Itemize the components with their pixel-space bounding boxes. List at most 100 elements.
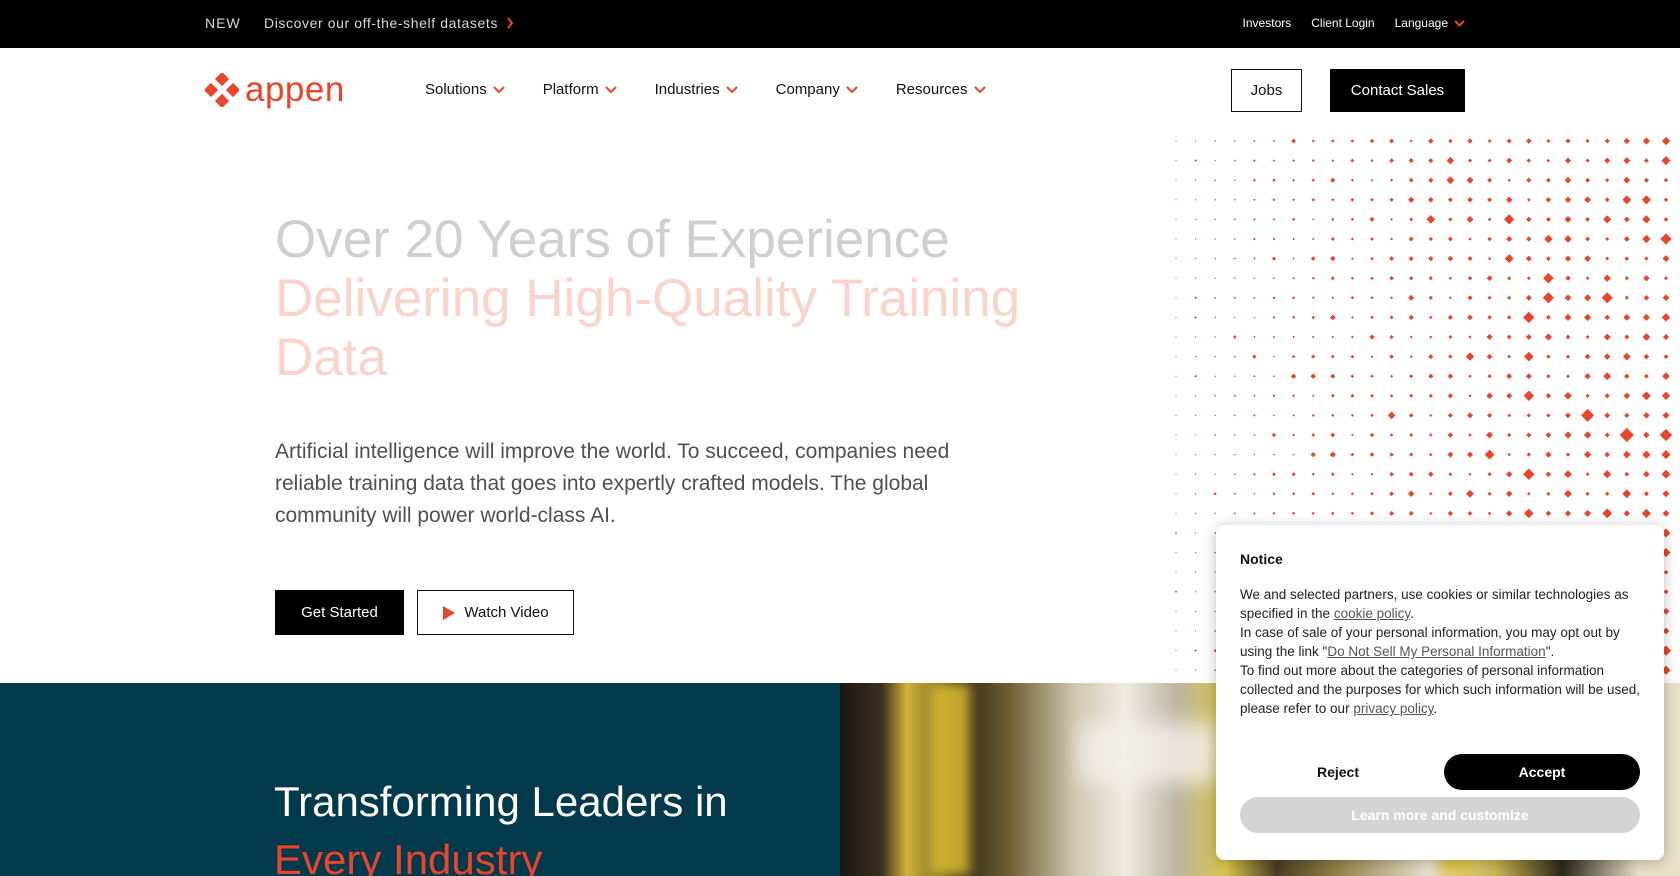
decorative-dot [1233, 473, 1236, 476]
decorative-dot [1233, 453, 1236, 456]
decorative-dot [1175, 669, 1177, 671]
get-started-button[interactable]: Get Started [275, 590, 404, 635]
investors-link[interactable]: Investors [1243, 16, 1292, 30]
client-login-link[interactable]: Client Login [1311, 16, 1374, 30]
decorative-dot [1487, 315, 1492, 320]
decorative-dot [1507, 178, 1511, 182]
decorative-dot [1661, 313, 1671, 322]
decorative-dot [1175, 434, 1177, 436]
privacy-policy-link[interactable]: privacy policy [1353, 701, 1433, 716]
decorative-dot [1585, 472, 1590, 477]
decorative-dot [1487, 158, 1492, 163]
nav-item-company[interactable]: Company [776, 81, 858, 98]
learn-more-customize-button[interactable]: Learn more and customize [1240, 797, 1640, 833]
announcement-link[interactable]: Discover our off-the-shelf datasets [264, 15, 514, 31]
decorative-dot [1253, 159, 1256, 162]
nav-item-label: Company [775, 81, 840, 98]
contact-sales-button[interactable]: Contact Sales [1330, 69, 1465, 112]
decorative-dot [1447, 393, 1453, 399]
decorative-dot [1311, 433, 1316, 437]
decorative-dot [1331, 335, 1335, 339]
decorative-dot [1428, 276, 1433, 281]
cookie-policy-link[interactable]: cookie policy [1334, 606, 1410, 621]
decorative-dot [1175, 453, 1177, 456]
nav-item-platform[interactable]: Platform [543, 81, 617, 98]
language-selector[interactable]: Language [1395, 16, 1465, 30]
appen-logo[interactable]: appen [205, 72, 345, 107]
decorative-dot [1273, 414, 1275, 417]
decorative-dot [1292, 433, 1296, 437]
decorative-dot [1175, 159, 1177, 162]
decorative-dot [1252, 354, 1257, 359]
decorative-dot [1584, 196, 1591, 204]
decorative-dot [1467, 511, 1473, 516]
jobs-button[interactable]: Jobs [1231, 69, 1302, 112]
decorative-dot [1428, 138, 1434, 144]
decorative-dot [1487, 472, 1492, 477]
decorative-dot [1311, 139, 1315, 143]
decorative-dot [1447, 197, 1453, 203]
decorative-dot [1467, 314, 1473, 321]
decorative-dot [1545, 197, 1552, 203]
decorative-dot [1253, 492, 1256, 495]
decorative-dot [1330, 432, 1336, 438]
decorative-dot [1409, 276, 1414, 281]
decorative-dot [1351, 472, 1354, 476]
decorative-dot [1233, 375, 1236, 378]
decorative-dot [1194, 630, 1197, 632]
accept-button[interactable]: Accept [1444, 754, 1640, 790]
decorative-dot [1662, 372, 1670, 381]
cookie-notice-dialog: Notice We and selected partners, use coo… [1216, 525, 1664, 860]
nav-item-solutions[interactable]: Solutions [425, 81, 505, 98]
decorative-dot [1603, 274, 1611, 282]
decorative-dot [1390, 237, 1394, 241]
decorative-dot [1506, 315, 1512, 320]
decorative-dot [1311, 296, 1315, 300]
hero-headline: Over 20 Years of Experience Delivering H… [275, 210, 1075, 387]
decorative-dot [1409, 433, 1414, 437]
chevron-down-icon [1454, 19, 1465, 27]
decorative-dot [1622, 489, 1632, 499]
decorative-dot [1389, 315, 1394, 320]
decorative-dot [1623, 392, 1631, 400]
decorative-dot [1660, 233, 1672, 245]
decorative-dot [1272, 178, 1276, 182]
decorative-dot [1603, 353, 1611, 360]
decorative-dot [1214, 159, 1217, 162]
decorative-dot [1486, 392, 1493, 400]
decorative-dot [1605, 491, 1610, 496]
decorative-dot [1507, 354, 1512, 359]
do-not-sell-link[interactable]: Do Not Sell My Personal Information [1327, 644, 1545, 659]
decorative-dot [1642, 215, 1651, 224]
nav-item-industries[interactable]: Industries [655, 81, 738, 98]
decorative-dot [1545, 451, 1552, 458]
decorative-dot [1603, 372, 1612, 381]
watch-video-button[interactable]: Watch Video [417, 590, 574, 635]
decorative-dot [1370, 315, 1374, 320]
decorative-dot [1663, 589, 1669, 595]
reject-button[interactable]: Reject [1240, 754, 1436, 790]
nav-item-resources[interactable]: Resources [896, 81, 986, 98]
decorative-dot [1605, 236, 1610, 242]
decorative-dot [1467, 158, 1473, 163]
decorative-dot [1524, 351, 1534, 362]
decorative-dot [1175, 140, 1177, 142]
decorative-dot [1446, 176, 1455, 185]
decorative-dot [1194, 571, 1197, 574]
decorative-dot [1545, 471, 1552, 477]
decorative-dot [1526, 158, 1532, 163]
decorative-dot [1350, 139, 1355, 143]
decorative-dot [1390, 178, 1394, 182]
notice-text: We and selected partners, use cookies or… [1240, 587, 1629, 621]
decorative-dot [1214, 140, 1217, 142]
decorative-dot [1292, 296, 1296, 300]
decorative-dot [1604, 432, 1610, 438]
decorative-dot [1214, 355, 1217, 358]
decorative-dot [1351, 316, 1354, 319]
decorative-dot [1389, 138, 1395, 144]
decorative-dot [1330, 276, 1335, 281]
notice-title: Notice [1240, 551, 1283, 567]
notice-actions: Reject Accept [1240, 754, 1640, 790]
decorative-dot [1194, 512, 1197, 515]
decorative-dot [1643, 295, 1650, 301]
